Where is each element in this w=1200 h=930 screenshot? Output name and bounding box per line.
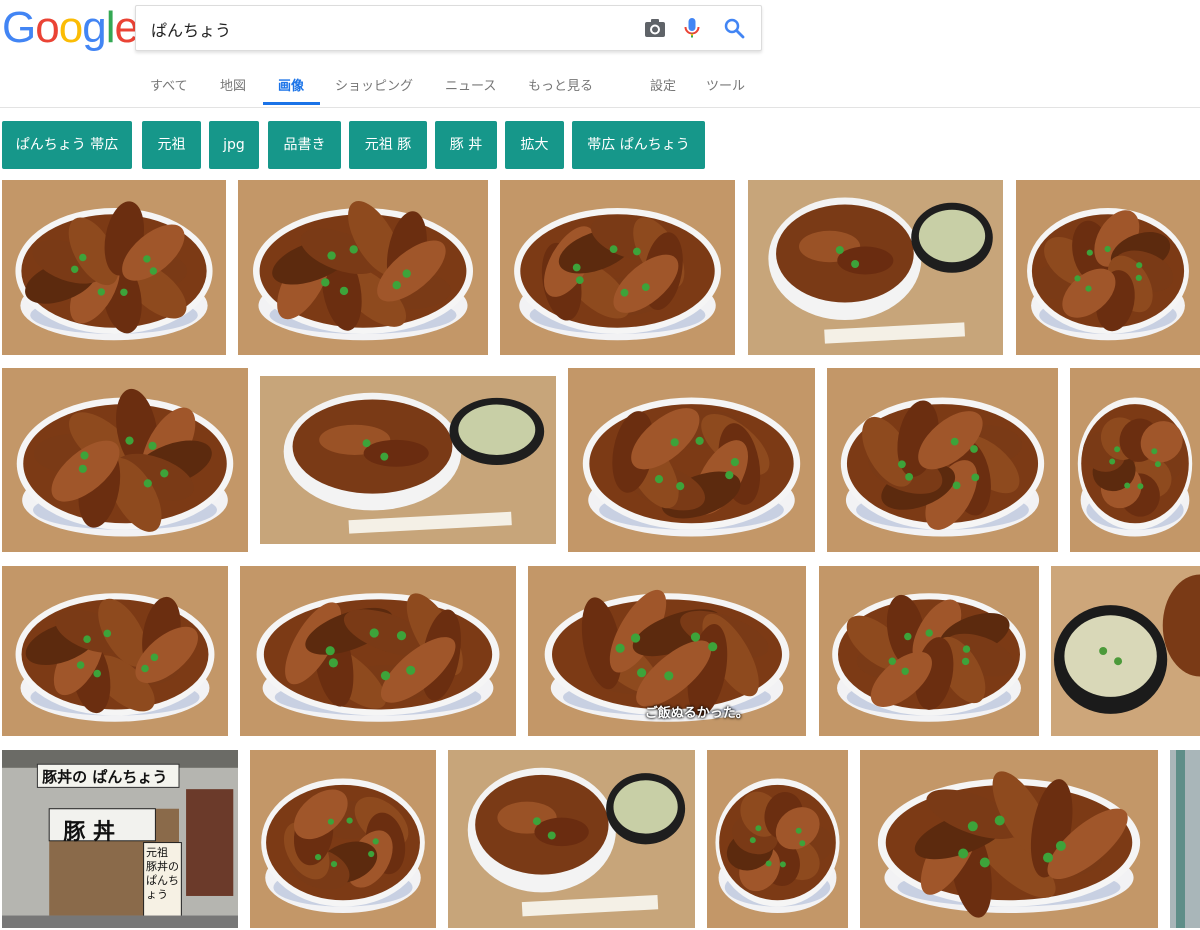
google-logo[interactable]: Google (2, 6, 139, 50)
image-result-thumbnail[interactable] (260, 376, 556, 544)
image-result-thumbnail[interactable] (568, 368, 815, 552)
store-sign-text: 豚 丼 (63, 819, 116, 846)
chip-related-search[interactable]: 元祖 豚 (349, 121, 427, 169)
tab-shopping[interactable]: ショッピング (335, 75, 413, 94)
mic-icon[interactable] (681, 17, 703, 39)
tab-more[interactable]: もっと見る (528, 75, 593, 94)
image-caption-overlay: ご飯ぬるかった。 (644, 706, 749, 721)
active-tab-indicator (263, 102, 320, 105)
store-sign-text: 元祖 豚丼の ぱんちょう (145, 846, 179, 902)
image-result-thumbnail[interactable] (2, 180, 226, 355)
image-result-thumbnail[interactable] (1016, 180, 1200, 355)
search-icon[interactable] (723, 17, 745, 39)
chip-related-search[interactable]: ぱんちょう 帯広 (2, 121, 132, 169)
image-result-thumbnail[interactable] (240, 566, 516, 736)
tab-tools[interactable]: ツール (706, 75, 745, 94)
search-input[interactable]: ぱんちょう (151, 17, 231, 41)
image-result-storefront[interactable]: 豚丼の ぱんちょう豚 丼元祖 豚丼の ぱんちょう (2, 750, 238, 928)
image-result-thumbnail[interactable] (2, 566, 228, 736)
image-result-thumbnail[interactable] (1170, 750, 1200, 928)
tab-images[interactable]: 画像 (278, 75, 304, 94)
image-result-thumbnail[interactable] (748, 180, 1003, 355)
tab-settings[interactable]: 設定 (650, 75, 676, 94)
chip-related-search[interactable]: 帯広 ぱんちょう (572, 121, 705, 169)
image-result-thumbnail[interactable] (707, 750, 848, 928)
image-result-thumbnail[interactable] (819, 566, 1039, 736)
image-result-thumbnail[interactable] (238, 180, 488, 355)
store-sign-text: 豚丼の ぱんちょう (42, 768, 168, 787)
image-result-thumbnail[interactable] (1051, 566, 1200, 736)
chip-related-search[interactable]: 豚 丼 (435, 121, 497, 169)
chip-related-search[interactable]: 品書き (268, 121, 341, 169)
chip-related-search[interactable]: jpg (209, 121, 259, 169)
tab-maps[interactable]: 地図 (220, 75, 246, 94)
image-result-thumbnail[interactable] (860, 750, 1158, 928)
image-result-thumbnail[interactable] (2, 368, 248, 552)
search-box[interactable]: ぱんちょう (135, 5, 762, 51)
image-result-thumbnail[interactable] (827, 368, 1058, 552)
tab-news[interactable]: ニュース (445, 75, 496, 94)
camera-icon[interactable] (644, 17, 666, 39)
image-result-thumbnail[interactable] (448, 750, 695, 928)
tab-all[interactable]: すべて (150, 75, 188, 94)
image-result-thumbnail[interactable]: ご飯ぬるかった。 (528, 566, 806, 736)
image-result-thumbnail[interactable] (500, 180, 735, 355)
chip-related-search[interactable]: 拡大 (505, 121, 564, 169)
chip-related-search[interactable]: 元祖 (142, 121, 201, 169)
header: Google ぱんちょう すべて 地図 画像 ショッピング ニュース もっと見る… (0, 0, 1200, 108)
image-result-thumbnail[interactable] (1070, 368, 1200, 552)
image-result-thumbnail[interactable] (250, 750, 436, 928)
